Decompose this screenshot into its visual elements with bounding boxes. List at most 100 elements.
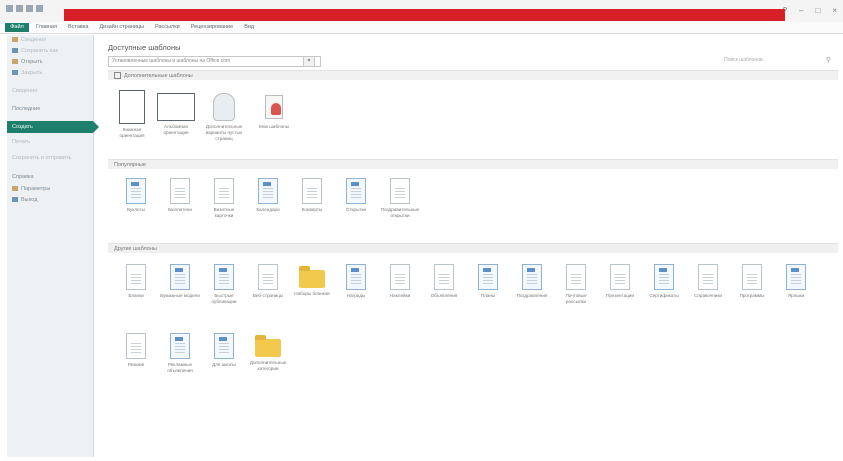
app-icon [6, 5, 13, 12]
save-icon[interactable] [16, 5, 23, 12]
section-popular: Популярные [108, 159, 838, 169]
search-icon[interactable]: ⚲ [826, 56, 831, 65]
chevron-down-icon[interactable]: ▾ [303, 56, 315, 67]
sidebar-item-exit[interactable]: Выход [12, 197, 37, 203]
save-icon [12, 48, 18, 54]
calendar-icon [258, 178, 278, 204]
template-more-categories[interactable]: Дополнительные категории [248, 333, 288, 372]
window-title-highlight [64, 9, 785, 21]
sidebar-item-recent[interactable]: Последние [12, 106, 40, 112]
template-envelope[interactable]: Конверты [292, 178, 332, 213]
tab-review[interactable]: Рецензирование [191, 23, 233, 32]
template-greeting-card[interactable]: Открытки [336, 178, 376, 213]
my-templates-icon [263, 93, 285, 121]
template-paper-model[interactable]: Бумажные модели [160, 264, 200, 299]
template-announcement[interactable]: Объявления [424, 264, 464, 299]
window-controls: ? – □ × [783, 6, 837, 15]
tab-insert[interactable]: Вставка [68, 23, 88, 32]
award-icon [346, 264, 366, 290]
close-button[interactable]: × [832, 6, 837, 15]
template-form-sets[interactable]: Наборы бланков [292, 264, 332, 297]
template-program[interactable]: Программы [732, 264, 772, 299]
sidebar-item-info[interactable]: Сведения [12, 37, 46, 43]
help-icon[interactable]: ? [783, 6, 787, 15]
template-school[interactable]: Для школы [204, 333, 244, 368]
template-award[interactable]: Награды [336, 264, 376, 299]
congrats-card-icon [390, 178, 410, 204]
form-icon [126, 264, 146, 290]
undo-icon[interactable] [26, 5, 33, 12]
business-card-icon [214, 178, 234, 204]
sidebar-item-help[interactable]: Справка [12, 174, 34, 180]
plan-icon [478, 264, 498, 290]
sidebar-item-print[interactable]: Печать [12, 139, 30, 145]
sidebar-item-share[interactable]: Сохранить и отправить [12, 155, 71, 161]
folder-icon [299, 266, 325, 288]
template-greeting[interactable]: Поздравления [512, 264, 552, 299]
template-form[interactable]: Бланки [116, 264, 156, 299]
tab-file[interactable]: Файл [5, 23, 29, 32]
template-calendar[interactable]: Календари [248, 178, 288, 213]
minimize-button[interactable]: – [799, 6, 803, 15]
maximize-button[interactable]: □ [815, 6, 820, 15]
greeting-card-icon [346, 178, 366, 204]
customize-toolbar-icon[interactable] [36, 5, 43, 12]
template-portrait[interactable]: Книжная ориентация [112, 90, 152, 139]
template-tag[interactable]: Ярлыки [776, 264, 816, 299]
template-blank-pages[interactable]: Дополнительные варианты пустых страниц [204, 90, 244, 142]
ribbon-tabs: Главная Вставка Дизайн страницы Рассылки… [36, 23, 254, 32]
template-business-card[interactable]: Визитные карточки [204, 178, 244, 219]
label-icon [390, 264, 410, 290]
booklet-icon [126, 178, 146, 204]
templates-panel: Доступные шаблоны Установленные шаблоны … [104, 36, 838, 456]
sidebar-item-info-section[interactable]: Сведения [12, 88, 37, 94]
template-resume[interactable]: Резюме [116, 333, 156, 368]
sidebar-item-close[interactable]: Закрыть [12, 70, 42, 76]
template-mailing[interactable]: Почтовые рассылки [556, 264, 596, 305]
template-search-input[interactable]: Поиск шаблонов ⚲ [724, 56, 834, 65]
envelope-icon [302, 178, 322, 204]
options-icon [12, 186, 18, 192]
page-title: Доступные шаблоны [108, 43, 181, 52]
template-quick-publication[interactable]: Быстрые публикации [204, 264, 244, 305]
mailing-icon [566, 264, 586, 290]
blank-pages-icon [213, 93, 235, 121]
section-more-templates: Другие шаблоны [108, 243, 838, 253]
template-advert[interactable]: Рекламные объявления [160, 333, 200, 374]
quick-access-toolbar [6, 5, 43, 12]
tab-page-design[interactable]: Дизайн страницы [99, 23, 144, 32]
template-plan[interactable]: Планы [468, 264, 508, 299]
template-booklet[interactable]: Буклеты [116, 178, 156, 213]
template-presentation[interactable]: Презентации [600, 264, 640, 299]
tab-mailings[interactable]: Рассылки [155, 23, 180, 32]
paper-model-icon [170, 264, 190, 290]
template-congrats-card[interactable]: Поздравительные открытки [380, 178, 420, 219]
reference-icon [698, 264, 718, 290]
tab-home[interactable]: Главная [36, 23, 57, 32]
template-certificate[interactable]: Сертификаты [644, 264, 684, 299]
tag-icon [786, 264, 806, 290]
announcement-icon [434, 264, 454, 290]
template-label[interactable]: Наклейки [380, 264, 420, 299]
newsletter-icon [170, 178, 190, 204]
tab-view[interactable]: Вид [244, 23, 254, 32]
sidebar-item-save-as[interactable]: Сохранить как [12, 48, 58, 54]
template-landscape[interactable]: Альбомная ориентация [156, 90, 196, 136]
template-source-select[interactable]: Установленные шаблоны и шаблоны на Offic… [108, 56, 321, 67]
web-page-icon [258, 264, 278, 290]
template-reference[interactable]: Справочники [688, 264, 728, 299]
close-icon [12, 70, 18, 76]
template-my-templates[interactable]: Мои шаблоны [254, 90, 294, 130]
section-more-layouts: Дополнительные шаблоны [108, 70, 838, 80]
sidebar-item-create[interactable]: Создать [7, 121, 99, 133]
portrait-page-icon [119, 90, 145, 124]
template-newsletter[interactable]: Бюллетени [160, 178, 200, 213]
school-icon [214, 333, 234, 359]
folder-icon [255, 335, 281, 357]
sidebar-item-params[interactable]: Параметры [12, 186, 50, 192]
sidebar-item-open[interactable]: Открыть [12, 59, 43, 65]
info-icon [12, 37, 18, 43]
expand-icon[interactable] [114, 72, 121, 80]
template-web-page[interactable]: Веб-страницы [248, 264, 288, 299]
exit-icon [12, 197, 18, 203]
